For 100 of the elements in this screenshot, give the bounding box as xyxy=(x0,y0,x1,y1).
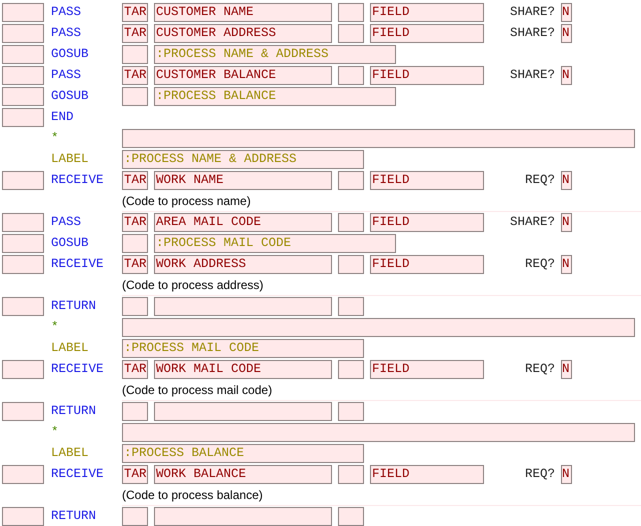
command-keyword: PASS xyxy=(51,25,82,42)
prefix-field[interactable] xyxy=(122,402,148,421)
type-field[interactable]: FIELD xyxy=(370,213,484,232)
command-keyword: END xyxy=(51,109,75,126)
command-keyword: * xyxy=(51,130,60,147)
prefix-field[interactable]: TAR xyxy=(122,465,148,484)
flag-label: SHARE? xyxy=(508,25,556,42)
command-keyword: GOSUB xyxy=(51,46,90,63)
command-keyword: RETURN xyxy=(51,403,98,420)
flag-field[interactable]: N xyxy=(561,66,572,85)
sequence-field[interactable] xyxy=(2,213,44,232)
prefix-field[interactable]: TAR xyxy=(122,24,148,43)
flag-field[interactable]: N xyxy=(561,465,572,484)
flag-label: SHARE? xyxy=(508,67,556,84)
sequence-field[interactable] xyxy=(2,234,44,253)
command-keyword: RETURN xyxy=(51,508,98,525)
name-field[interactable] xyxy=(154,297,332,316)
type-field[interactable]: FIELD xyxy=(370,465,484,484)
flag-label: SHARE? xyxy=(508,214,556,231)
command-keyword: GOSUB xyxy=(51,88,90,105)
name-field[interactable]: CUSTOMER BALANCE xyxy=(154,66,332,85)
flag-field[interactable]: N xyxy=(561,213,572,232)
command-keyword: PASS xyxy=(51,4,82,21)
option-field[interactable] xyxy=(338,171,364,190)
name-field[interactable] xyxy=(154,507,332,526)
option-field[interactable] xyxy=(338,402,364,421)
type-field[interactable]: FIELD xyxy=(370,171,484,190)
command-keyword: RECEIVE xyxy=(51,466,105,483)
comment-field[interactable] xyxy=(122,129,635,148)
command-keyword: LABEL xyxy=(51,445,90,462)
comment-field[interactable] xyxy=(122,423,635,442)
sequence-field[interactable] xyxy=(2,87,44,106)
prefix-field[interactable]: TAR xyxy=(122,255,148,274)
option-field[interactable] xyxy=(338,297,364,316)
name-field[interactable]: WORK MAIL CODE xyxy=(154,360,332,379)
name-field[interactable]: CUSTOMER NAME xyxy=(154,3,332,22)
type-field[interactable]: FIELD xyxy=(370,24,484,43)
name-field[interactable] xyxy=(154,402,332,421)
comment-field[interactable] xyxy=(122,318,635,337)
flag-label: REQ? xyxy=(524,361,556,378)
command-keyword: LABEL xyxy=(51,151,90,168)
command-keyword: PASS xyxy=(51,67,82,84)
command-keyword: PASS xyxy=(51,214,82,231)
sequence-field[interactable] xyxy=(2,255,44,274)
option-field[interactable] xyxy=(338,213,364,232)
option-field[interactable] xyxy=(338,3,364,22)
prefix-field[interactable]: TAR xyxy=(122,3,148,22)
prefix-field[interactable]: TAR xyxy=(122,66,148,85)
option-field[interactable] xyxy=(338,465,364,484)
prefix-field[interactable] xyxy=(122,507,148,526)
prefix-field[interactable]: TAR xyxy=(122,213,148,232)
command-keyword: GOSUB xyxy=(51,235,90,252)
sequence-field[interactable] xyxy=(2,465,44,484)
prefix-field[interactable]: TAR xyxy=(122,360,148,379)
command-keyword: RECEIVE xyxy=(51,256,105,273)
sequence-field[interactable] xyxy=(2,66,44,85)
name-field[interactable]: CUSTOMER ADDRESS xyxy=(154,24,332,43)
sequence-field[interactable] xyxy=(2,108,44,127)
sequence-field[interactable] xyxy=(2,297,44,316)
sequence-field[interactable] xyxy=(2,402,44,421)
flag-label: SHARE? xyxy=(508,4,556,21)
sequence-field[interactable] xyxy=(2,45,44,64)
option-field[interactable] xyxy=(338,255,364,274)
flag-label: REQ? xyxy=(524,172,556,189)
prefix-field[interactable] xyxy=(122,45,148,64)
flag-label: REQ? xyxy=(524,256,556,273)
command-keyword: * xyxy=(51,319,60,336)
sequence-field[interactable] xyxy=(2,24,44,43)
command-keyword: RECEIVE xyxy=(51,172,105,189)
flag-field[interactable]: N xyxy=(561,3,572,22)
name-field[interactable]: WORK BALANCE xyxy=(154,465,332,484)
prefix-field[interactable] xyxy=(122,297,148,316)
flag-field[interactable]: N xyxy=(561,24,572,43)
type-field[interactable]: FIELD xyxy=(370,66,484,85)
flag-field[interactable]: N xyxy=(561,360,572,379)
sequence-field[interactable] xyxy=(2,3,44,22)
name-field[interactable]: AREA MAIL CODE xyxy=(154,213,332,232)
option-field[interactable] xyxy=(338,24,364,43)
sequence-field[interactable] xyxy=(2,360,44,379)
option-field[interactable] xyxy=(338,360,364,379)
type-field[interactable]: FIELD xyxy=(370,360,484,379)
code-note: (Code to process balance) xyxy=(122,488,263,502)
sequence-field[interactable] xyxy=(2,171,44,190)
prefix-field[interactable]: TAR xyxy=(122,171,148,190)
type-field[interactable]: FIELD xyxy=(370,255,484,274)
command-keyword: * xyxy=(51,424,60,441)
type-field[interactable]: FIELD xyxy=(370,3,484,22)
name-field[interactable]: WORK NAME xyxy=(154,171,332,190)
flag-field[interactable]: N xyxy=(561,171,572,190)
flag-field[interactable]: N xyxy=(561,255,572,274)
option-field[interactable] xyxy=(338,66,364,85)
command-keyword: RETURN xyxy=(51,298,98,315)
code-note: (Code to process name) xyxy=(122,194,251,208)
command-keyword: LABEL xyxy=(51,340,90,357)
flag-label: REQ? xyxy=(524,466,556,483)
name-field[interactable]: WORK ADDRESS xyxy=(154,255,332,274)
sequence-field[interactable] xyxy=(2,507,44,526)
prefix-field[interactable] xyxy=(122,87,148,106)
option-field[interactable] xyxy=(338,507,364,526)
prefix-field[interactable] xyxy=(122,234,148,253)
